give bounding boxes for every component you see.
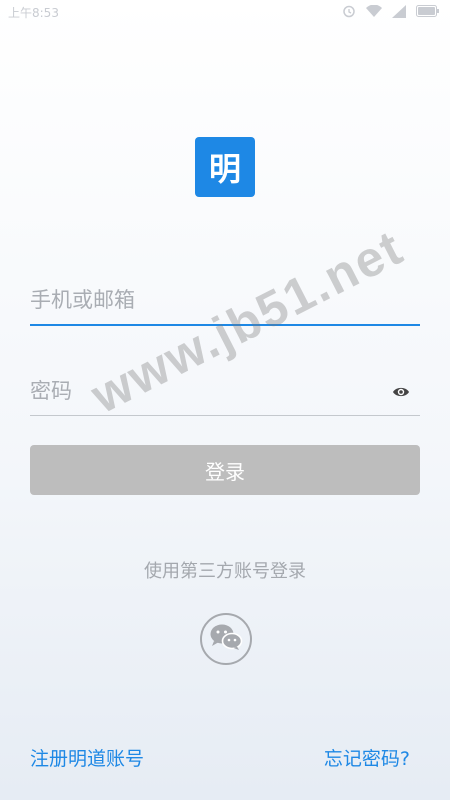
password-input[interactable] — [30, 369, 420, 413]
status-icons — [342, 4, 440, 18]
signal-icon — [392, 4, 406, 18]
show-password-eye-icon[interactable] — [392, 383, 410, 402]
wechat-icon — [209, 623, 243, 655]
forgot-password-link[interactable]: 忘记密码? — [324, 744, 410, 771]
register-account-link[interactable]: 注册明道账号 — [30, 744, 144, 771]
app-logo: 明 — [195, 137, 255, 197]
third-party-login-label: 使用第三方账号登录 — [144, 561, 306, 582]
password-field-container — [30, 369, 420, 416]
login-button[interactable]: 登录 — [30, 445, 420, 495]
status-time: 上午8:53 — [8, 6, 59, 20]
phone-email-field-container — [30, 278, 420, 326]
wifi-icon — [366, 4, 382, 18]
wechat-login-button[interactable] — [200, 613, 252, 665]
battery-icon — [416, 5, 440, 17]
alarm-icon — [342, 4, 356, 18]
phone-email-input[interactable] — [30, 278, 420, 322]
status-bar: 上午8:53 — [0, 0, 450, 24]
